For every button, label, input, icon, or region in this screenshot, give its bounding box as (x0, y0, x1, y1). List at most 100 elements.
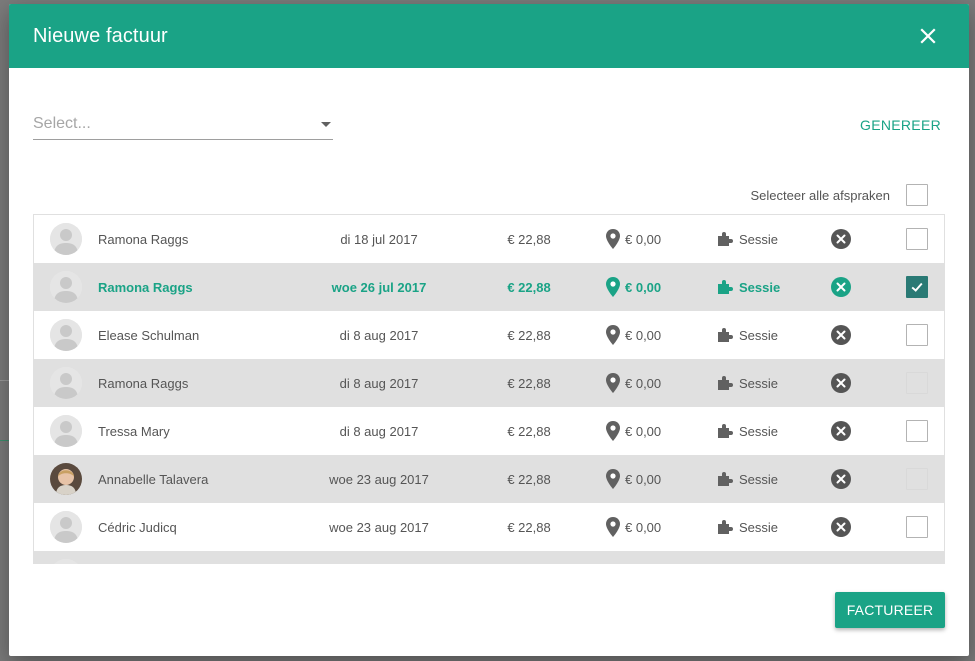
appointment-type-label: Sessie (739, 231, 779, 247)
row-checkbox[interactable] (906, 276, 928, 298)
close-icon (920, 28, 936, 44)
table-row[interactable]: Annabelle Talavera woe 23 aug 2017 € 22,… (34, 455, 944, 503)
appointment-type-label: Sessie (739, 375, 779, 391)
location-cost: € 0,00 (606, 215, 661, 263)
appointment-type-label: Sessie (739, 471, 779, 487)
location-cost: € 0,00 (606, 407, 661, 455)
appointment-date: di 8 aug 2017 (339, 375, 419, 391)
avatar (50, 319, 82, 351)
appointment-date: di 18 jul 2017 (340, 231, 418, 247)
location-pin-icon (606, 277, 620, 297)
location-price: € 0,00 (625, 519, 662, 535)
remove-button[interactable] (830, 263, 852, 311)
row-checkbox-cell (906, 311, 928, 359)
location-price: € 0,00 (625, 423, 662, 439)
client-name: Ramona Raggs (98, 375, 189, 391)
appointments-table: Ramona Raggs di 18 jul 2017 € 22,88 € 0,… (33, 214, 945, 564)
remove-button[interactable] (830, 455, 852, 503)
appointment-type-label: Sessie (739, 423, 779, 439)
appointment-type: Sessie (717, 359, 778, 407)
location-price: € 0,00 (625, 327, 662, 343)
location-cost: € 0,00 (606, 311, 661, 359)
row-checkbox[interactable] (906, 324, 928, 346)
row-checkbox-cell (906, 407, 928, 455)
background-divider (0, 440, 9, 441)
remove-button[interactable] (830, 503, 852, 551)
location-price: € 0,00 (625, 231, 662, 247)
location-cost: € 0,00 (606, 503, 661, 551)
row-checkbox-cell (906, 215, 928, 263)
table-row[interactable]: Cédric Judicq woe 23 aug 2017 € 22,88 € … (34, 503, 944, 551)
appointment-price: € 22,88 (507, 279, 551, 295)
table-row[interactable] (34, 551, 944, 564)
avatar (50, 511, 82, 543)
row-checkbox (906, 468, 928, 490)
close-circle-icon (831, 229, 851, 249)
select-all-checkbox[interactable] (906, 184, 928, 206)
row-checkbox-cell (906, 263, 928, 311)
location-cost: € 0,00 (606, 455, 661, 503)
row-checkbox[interactable] (906, 420, 928, 442)
appointment-type: Sessie (717, 215, 778, 263)
appointment-type: Sessie (717, 503, 778, 551)
appointment-type: Sessie (717, 311, 778, 359)
dialog-header: Nieuwe factuur (9, 4, 969, 68)
puzzle-icon (717, 279, 733, 295)
invoice-submit-button[interactable]: FACTUREER (835, 592, 945, 628)
appointment-price: € 22,88 (507, 423, 551, 439)
client-name: Ramona Raggs (98, 231, 189, 247)
client-select[interactable]: Select... (33, 108, 333, 140)
appointment-type-label: Sessie (739, 279, 781, 295)
dialog-title: Nieuwe factuur (33, 24, 168, 47)
toolbar: Select... GENEREER (33, 108, 941, 144)
table-row[interactable]: Tressa Mary di 8 aug 2017 € 22,88 € 0,00… (34, 407, 944, 455)
row-checkbox[interactable] (906, 228, 928, 250)
table-row[interactable]: Elease Schulman di 8 aug 2017 € 22,88 € … (34, 311, 944, 359)
appointment-price: € 22,88 (507, 471, 551, 487)
row-checkbox[interactable] (906, 516, 928, 538)
puzzle-icon (717, 375, 733, 391)
location-pin-icon (606, 517, 620, 537)
table-row[interactable]: Ramona Raggs woe 26 jul 2017 € 22,88 € 0… (34, 263, 944, 311)
remove-button[interactable] (830, 311, 852, 359)
select-all-row: Selecteer alle afspraken (751, 184, 928, 206)
client-name: Cédric Judicq (98, 519, 177, 535)
appointment-type: Sessie (717, 263, 780, 311)
remove-button[interactable] (830, 407, 852, 455)
avatar (50, 463, 82, 495)
remove-button[interactable] (830, 359, 852, 407)
client-name: Ramona Raggs (98, 279, 193, 295)
appointment-date: woe 26 jul 2017 (331, 279, 427, 295)
close-circle-icon (831, 325, 851, 345)
client-name: Elease Schulman (98, 327, 200, 343)
location-price: € 0,00 (625, 375, 662, 391)
row-checkbox (906, 372, 928, 394)
appointment-date: woe 23 aug 2017 (329, 519, 429, 535)
location-pin-icon (606, 325, 620, 345)
appointment-price: € 22,88 (507, 519, 551, 535)
chevron-down-icon (321, 122, 331, 127)
location-pin-icon (606, 373, 620, 393)
location-price: € 0,00 (625, 471, 662, 487)
close-circle-icon (831, 373, 851, 393)
close-circle-icon (831, 517, 851, 537)
generate-button[interactable]: GENEREER (860, 117, 941, 133)
avatar (50, 223, 82, 255)
client-name: Annabelle Talavera (98, 471, 209, 487)
appointment-type: Sessie (717, 407, 778, 455)
row-checkbox-cell (906, 359, 928, 407)
table-row[interactable]: Ramona Raggs di 8 aug 2017 € 22,88 € 0,0… (34, 359, 944, 407)
appointment-date: di 8 aug 2017 (339, 423, 419, 439)
location-cost: € 0,00 (606, 359, 661, 407)
select-placeholder: Select... (33, 115, 91, 132)
location-pin-icon (606, 469, 620, 489)
close-button[interactable] (915, 23, 941, 49)
table-row[interactable]: Ramona Raggs di 18 jul 2017 € 22,88 € 0,… (34, 215, 944, 263)
row-checkbox-cell (906, 455, 928, 503)
puzzle-icon (717, 519, 733, 535)
puzzle-icon (717, 471, 733, 487)
remove-button[interactable] (830, 215, 852, 263)
new-invoice-dialog: Nieuwe factuur Select... GENEREER Select… (9, 4, 969, 656)
puzzle-icon (717, 231, 733, 247)
appointment-type-label: Sessie (739, 327, 779, 343)
